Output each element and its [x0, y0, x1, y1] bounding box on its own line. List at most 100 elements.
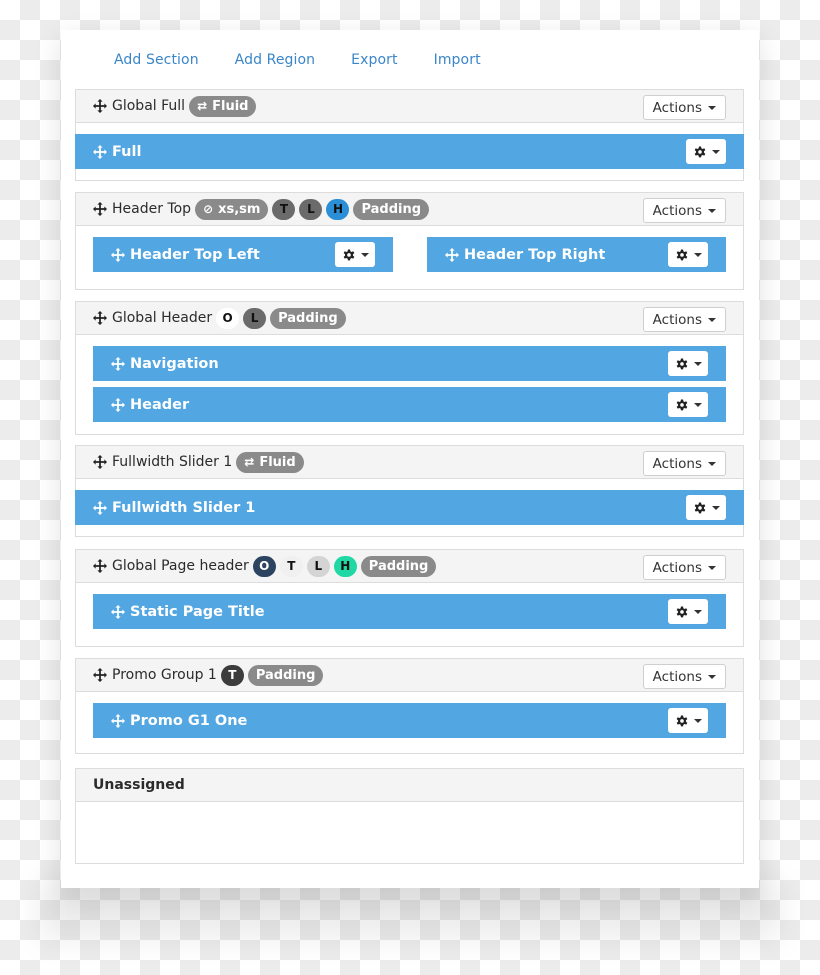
- badge-o: O: [216, 307, 240, 329]
- move-icon[interactable]: [93, 668, 107, 682]
- section-title: Global Full: [112, 98, 186, 114]
- region-header-top-right[interactable]: Header Top Right: [427, 237, 726, 272]
- padding-badge: Padding: [247, 664, 324, 686]
- section-title: Header Top: [112, 201, 192, 217]
- region-navigation[interactable]: Navigation: [93, 346, 726, 381]
- badge-l: L: [306, 555, 330, 577]
- toolbar: Add Section Add Region Export Import: [114, 52, 517, 68]
- region-label: Header: [130, 396, 190, 413]
- region-settings-button[interactable]: [668, 708, 708, 733]
- move-icon[interactable]: [93, 455, 107, 469]
- section-header[interactable]: Fullwidth Slider 1 ⇄ Fluid Actions: [76, 446, 743, 479]
- move-icon[interactable]: [111, 397, 125, 412]
- gear-icon: [676, 357, 687, 369]
- badge-t: T: [279, 555, 303, 577]
- section-unassigned: Unassigned: [75, 768, 744, 864]
- caret-down-icon: [360, 252, 369, 257]
- caret-down-icon: [708, 317, 716, 322]
- move-icon[interactable]: [93, 559, 107, 573]
- region-label: Static Page Title: [130, 603, 265, 620]
- move-icon[interactable]: [93, 500, 107, 515]
- caret-down-icon: [708, 674, 716, 679]
- actions-dropdown[interactable]: Actions: [642, 95, 726, 120]
- move-icon[interactable]: [111, 604, 125, 619]
- actions-dropdown[interactable]: Actions: [642, 555, 726, 580]
- move-icon[interactable]: [111, 356, 125, 371]
- padding-badge: Padding: [360, 555, 437, 577]
- move-icon[interactable]: [93, 202, 107, 216]
- gear-icon: [343, 248, 354, 260]
- caret-down-icon: [693, 252, 702, 257]
- region-settings-button[interactable]: [668, 351, 708, 376]
- move-icon[interactable]: [445, 247, 459, 262]
- section-fullwidth-slider-1: Fullwidth Slider 1 ⇄ Fluid Actions Fullwi…: [75, 445, 744, 537]
- region-settings-button[interactable]: [668, 242, 708, 267]
- badge-h: H: [333, 555, 357, 577]
- move-icon[interactable]: [111, 247, 125, 262]
- gear-icon: [694, 501, 705, 513]
- section-header[interactable]: Header Top ⊘ xs,sm T L H Padding Actions: [76, 193, 743, 226]
- region-fullwidth-slider-1[interactable]: Fullwidth Slider 1: [75, 490, 744, 525]
- caret-down-icon: [711, 149, 720, 154]
- card-shadow: [40, 880, 780, 940]
- move-icon[interactable]: [93, 311, 107, 325]
- add-section-link[interactable]: Add Section: [114, 52, 199, 68]
- section-title: Global Header: [112, 310, 213, 326]
- region-settings-button[interactable]: [686, 139, 726, 164]
- unassigned-drop-area[interactable]: [76, 802, 743, 863]
- visibility-badge: ⊘ xs,sm: [195, 198, 269, 220]
- gear-icon: [676, 248, 687, 260]
- region-label: Navigation: [130, 355, 219, 372]
- add-region-link[interactable]: Add Region: [235, 52, 315, 68]
- move-icon[interactable]: [93, 99, 107, 113]
- exchange-icon: ⇄: [197, 99, 208, 113]
- section-title: Fullwidth Slider 1: [112, 454, 233, 470]
- gear-icon: [676, 398, 687, 410]
- badge-t: T: [272, 198, 296, 220]
- move-icon[interactable]: [111, 713, 125, 728]
- section-promo-group-1: Promo Group 1 T Padding Actions Promo G1…: [75, 658, 744, 754]
- layout-builder-panel: Add Section Add Region Export Import Glo…: [61, 30, 759, 888]
- fluid-badge: ⇄ Fluid: [189, 95, 257, 117]
- gear-icon: [676, 714, 687, 726]
- region-promo-g1-one[interactable]: Promo G1 One: [93, 703, 726, 738]
- region-label: Header Top Left: [130, 246, 260, 263]
- exchange-icon: ⇄: [244, 455, 255, 469]
- badge-h: H: [326, 198, 350, 220]
- region-static-page-title[interactable]: Static Page Title: [93, 594, 726, 629]
- region-header[interactable]: Header: [93, 387, 726, 422]
- badge-t: T: [220, 664, 244, 686]
- export-link[interactable]: Export: [351, 52, 397, 68]
- caret-down-icon: [693, 402, 702, 407]
- gear-icon: [694, 145, 705, 157]
- caret-down-icon: [711, 505, 720, 510]
- region-header-top-left[interactable]: Header Top Left: [93, 237, 393, 272]
- actions-dropdown[interactable]: Actions: [642, 307, 726, 332]
- region-full[interactable]: Full: [75, 134, 744, 169]
- caret-down-icon: [693, 718, 702, 723]
- section-header[interactable]: Global Header O L Padding Actions: [76, 302, 743, 335]
- padding-badge: Padding: [353, 198, 430, 220]
- move-icon[interactable]: [93, 144, 107, 159]
- caret-down-icon: [708, 208, 716, 213]
- section-header[interactable]: Global Full ⇄ Fluid Actions: [76, 90, 743, 123]
- actions-dropdown[interactable]: Actions: [642, 451, 726, 476]
- badge-l: L: [299, 198, 323, 220]
- region-settings-button[interactable]: [686, 495, 726, 520]
- eye-slash-icon: ⊘: [203, 202, 214, 216]
- region-settings-button[interactable]: [335, 242, 375, 267]
- actions-dropdown[interactable]: Actions: [642, 664, 726, 689]
- badge-o: O: [252, 555, 276, 577]
- actions-dropdown[interactable]: Actions: [642, 198, 726, 223]
- gear-icon: [676, 605, 687, 617]
- region-settings-button[interactable]: [668, 599, 708, 624]
- section-header-top: Header Top ⊘ xs,sm T L H Padding Actions …: [75, 192, 744, 290]
- import-link[interactable]: Import: [434, 52, 481, 68]
- fluid-badge: ⇄ Fluid: [236, 451, 304, 473]
- padding-badge: Padding: [270, 307, 346, 329]
- region-label: Fullwidth Slider 1: [112, 499, 256, 516]
- section-header[interactable]: Promo Group 1 T Padding Actions: [76, 659, 743, 692]
- region-settings-button[interactable]: [668, 392, 708, 417]
- section-header[interactable]: Global Page header O T L H Padding Actio…: [76, 550, 743, 583]
- caret-down-icon: [693, 361, 702, 366]
